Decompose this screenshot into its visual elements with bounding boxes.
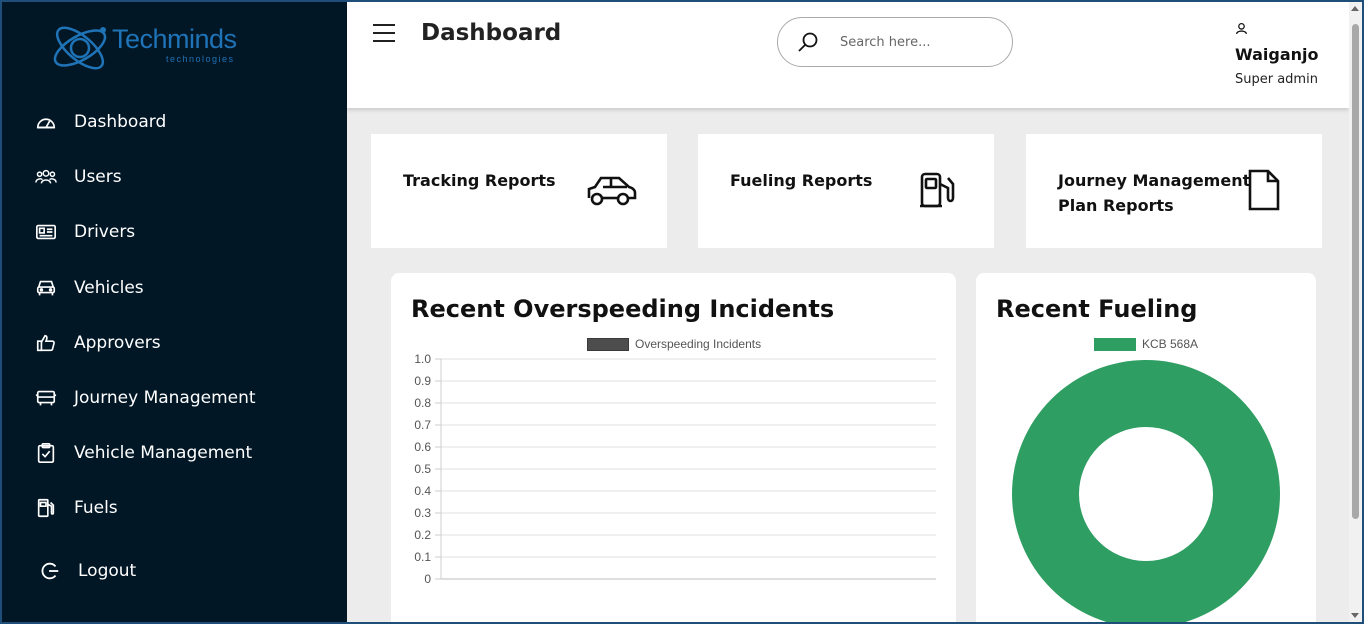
overspeeding-bar-chart: 1.0 0.9 0.8 0.7 0.6 0.5 0.4 0.3 0.2 0.1 0 xyxy=(414,352,936,586)
logout-icon xyxy=(38,559,62,583)
sidebar-item-label: Dashboard xyxy=(74,112,167,132)
scrollbar-thumb[interactable] xyxy=(1352,24,1359,519)
overspeeding-panel: Recent Overspeeding Incidents Overspeedi… xyxy=(391,273,956,624)
bus-icon xyxy=(34,386,58,410)
y-tick-label: 0.5 xyxy=(414,462,431,476)
logout-label: Logout xyxy=(78,561,137,581)
document-icon xyxy=(1248,169,1280,211)
search-icon[interactable] xyxy=(796,30,820,54)
sidebar-item-label: Vehicle Management xyxy=(74,443,253,463)
dashboard-gauge-icon xyxy=(34,110,58,134)
sidebar-item-dashboard[interactable]: Dashboard xyxy=(34,107,166,137)
sidebar-item-label: Vehicles xyxy=(74,278,144,298)
doughnut-slice xyxy=(1012,360,1280,624)
user-icon xyxy=(1235,22,1248,35)
page-scrollbar[interactable] xyxy=(1349,2,1362,622)
hamburger-icon xyxy=(373,24,395,26)
sidebar-item-users[interactable]: Users xyxy=(34,162,122,192)
card-title: Tracking Reports xyxy=(403,171,556,190)
sidebar-item-vehicle-management[interactable]: Vehicle Management xyxy=(34,438,252,468)
user-profile[interactable]: Waiganjo Super admin xyxy=(1235,20,1345,87)
id-card-icon xyxy=(34,220,58,244)
menu-toggle-button[interactable] xyxy=(373,24,395,42)
users-group-icon xyxy=(34,165,58,189)
clipboard-check-icon xyxy=(34,441,58,465)
brand-logo[interactable]: Techminds technologies xyxy=(48,16,248,80)
journey-management-plan-reports-card[interactable]: Journey Management Plan Reports xyxy=(1026,134,1322,248)
sidebar-item-journey-management[interactable]: Journey Management xyxy=(34,383,256,413)
fueling-doughnut-chart xyxy=(1012,360,1280,624)
y-tick-label: 0.6 xyxy=(414,440,431,454)
y-tick-label: 0.4 xyxy=(414,484,431,498)
sidebar-item-fuels[interactable]: Fuels xyxy=(34,493,118,523)
fuel-pump-icon xyxy=(920,172,955,208)
car-icon xyxy=(34,276,58,300)
page-title: Dashboard xyxy=(421,20,562,46)
scroll-down-arrow-icon[interactable] xyxy=(1351,613,1359,618)
user-role: Super admin xyxy=(1235,72,1318,87)
logout-button[interactable]: Logout xyxy=(38,556,136,586)
tracking-reports-card[interactable]: Tracking Reports xyxy=(371,134,667,248)
search-box[interactable] xyxy=(777,17,1013,67)
fuel-pump-icon xyxy=(34,496,58,520)
sidebar-item-label: Approvers xyxy=(74,333,161,353)
sidebar-item-label: Drivers xyxy=(74,222,136,242)
top-header: Dashboard Waiganjo Super admin xyxy=(347,0,1349,108)
y-tick-label: 0.3 xyxy=(414,506,431,520)
y-tick-label: 0.7 xyxy=(414,418,431,432)
y-tick-label: 0.2 xyxy=(414,528,431,542)
scroll-up-arrow-icon[interactable] xyxy=(1351,6,1359,11)
fueling-panel: Recent Fueling KCB 568A xyxy=(976,273,1316,624)
y-tick-label: 0 xyxy=(424,572,431,586)
orbit-logo-icon xyxy=(53,26,107,70)
brand-name: Techminds xyxy=(112,24,237,54)
car-icon xyxy=(587,176,637,206)
y-tick-label: 1.0 xyxy=(414,352,431,366)
card-title: Fueling Reports xyxy=(730,171,873,190)
y-tick-label: 0.8 xyxy=(414,396,431,410)
fueling-reports-card[interactable]: Fueling Reports xyxy=(698,134,994,248)
sidebar-item-drivers[interactable]: Drivers xyxy=(34,217,135,247)
sidebar-item-vehicles[interactable]: Vehicles xyxy=(34,273,144,303)
sidebar-item-label: Journey Management xyxy=(74,388,256,408)
y-tick-label: 0.9 xyxy=(414,374,431,388)
card-title: Journey Management Plan Reports xyxy=(1058,171,1251,215)
search-input[interactable] xyxy=(840,34,1000,50)
brand-tagline: technologies xyxy=(166,54,235,64)
y-tick-label: 0.1 xyxy=(414,550,431,564)
thumbs-up-icon xyxy=(34,331,58,355)
user-name: Waiganjo xyxy=(1235,45,1319,64)
sidebar-item-approvers[interactable]: Approvers xyxy=(34,328,161,358)
sidebar: Techminds technologies Dashboard Users D… xyxy=(0,0,347,624)
sidebar-item-label: Users xyxy=(74,167,122,187)
sidebar-item-label: Fuels xyxy=(74,498,118,518)
